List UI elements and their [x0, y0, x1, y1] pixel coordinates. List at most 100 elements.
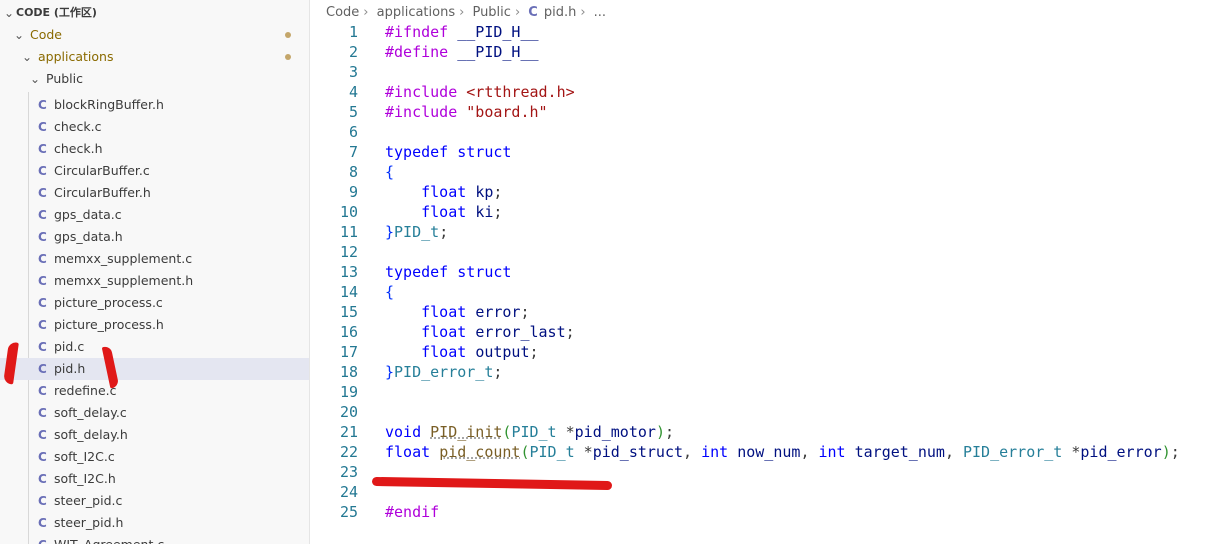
file-name: soft_I2C.c — [54, 449, 115, 464]
code-text: { — [385, 163, 395, 181]
code-text: { — [385, 283, 395, 301]
file-name: CircularBuffer.c — [54, 163, 150, 178]
c-file-icon: C — [38, 186, 47, 200]
code-line[interactable]: 17 float output; — [310, 342, 1229, 362]
code-line[interactable]: 7 typedef struct — [310, 142, 1229, 162]
code-text: typedef struct — [385, 143, 512, 161]
code-line[interactable]: 12 — [310, 242, 1229, 262]
workspace-header[interactable]: ⌄ CODE (工作区) — [0, 2, 309, 24]
chevron-right-icon: › — [363, 5, 369, 20]
file-item[interactable]: Csoft_I2C.h — [0, 468, 309, 490]
folder-label: applications — [38, 49, 114, 64]
code-line[interactable]: 18}PID_error_t; — [310, 362, 1229, 382]
code-text: #ifndef __PID_H__ — [385, 23, 539, 41]
code-line[interactable]: 16 float error_last; — [310, 322, 1229, 342]
code-line[interactable]: 3 — [310, 62, 1229, 82]
code-line[interactable]: 5 #include "board.h" — [310, 102, 1229, 122]
file-item[interactable]: Csteer_pid.c — [0, 490, 309, 512]
code-line[interactable]: 13 typedef struct — [310, 262, 1229, 282]
file-item[interactable]: CblockRingBuffer.h — [0, 94, 309, 116]
code-line[interactable]: 21 void PID_init(PID_t *pid_motor); — [310, 422, 1229, 442]
line-number: 6 — [348, 123, 358, 141]
modified-dot-icon — [285, 54, 291, 60]
file-name: soft_I2C.h — [54, 471, 116, 486]
code-line[interactable]: 9 float kp; — [310, 182, 1229, 202]
line-number: 2 — [348, 43, 358, 61]
code-line[interactable]: 25 #endif — [310, 502, 1229, 522]
code-line[interactable]: 22 float pid_count(PID_t *pid_struct, int… — [310, 442, 1229, 462]
file-item[interactable]: Cpicture_process.h — [0, 314, 309, 336]
c-file-icon: C — [38, 208, 47, 222]
file-item[interactable]: Cpicture_process.c — [0, 292, 309, 314]
code-text: #define __PID_H__ — [385, 43, 539, 61]
line-number: 4 — [348, 83, 358, 101]
code-line[interactable]: 2 #define __PID_H__ — [310, 42, 1229, 62]
code-line[interactable]: 14 { — [310, 282, 1229, 302]
file-name: pid.h — [54, 361, 86, 376]
file-name: steer_pid.c — [54, 493, 123, 508]
file-item[interactable]: C WIT_Agreement.c — [0, 534, 309, 544]
breadcrumb-item[interactable]: applications — [377, 5, 455, 20]
file-name: WIT_Agreement.c — [54, 534, 164, 544]
file-item[interactable]: Csteer_pid.h — [0, 512, 309, 534]
file-item[interactable]: C CircularBuffer.h — [0, 182, 309, 204]
code-line[interactable]: 4 #include <rtthread.h> — [310, 82, 1229, 102]
file-name: blockRingBuffer.h — [54, 97, 164, 112]
folder-applications[interactable]: ⌄ applications — [0, 46, 309, 68]
file-item[interactable]: Ccheck.h — [0, 138, 309, 160]
file-item[interactable]: Csoft_delay.h — [0, 424, 309, 446]
line-number: 13 — [339, 263, 358, 281]
code-line[interactable]: 20 — [310, 402, 1229, 422]
code-text: #include "board.h" — [385, 103, 548, 121]
breadcrumb-item[interactable]: pid.h — [544, 5, 577, 20]
code-line[interactable]: 6 — [310, 122, 1229, 142]
code-line[interactable]: 15 float error; — [310, 302, 1229, 322]
file-item[interactable]: Credefine.c — [0, 380, 309, 402]
line-number: 15 — [339, 303, 358, 321]
c-file-icon: C — [38, 164, 47, 178]
code-editor[interactable]: 1 #ifndef __PID_H__ 2 #define __PID_H__ 3 4 #i… — [310, 22, 1229, 544]
line-number: 25 — [339, 503, 358, 521]
c-file-icon: C — [38, 450, 47, 464]
c-file-icon: C — [38, 296, 47, 310]
folder-code[interactable]: ⌄ Code — [0, 24, 309, 46]
file-item[interactable]: Cmemxx_supplement.c — [0, 248, 309, 270]
file-name: memxx_supplement.c — [54, 251, 193, 266]
file-item[interactable]: Cpid.c — [0, 336, 309, 358]
file-item[interactable]: Ccheck.c — [0, 116, 309, 138]
code-text: }PID_error_t; — [385, 363, 503, 381]
breadcrumb-item[interactable]: Code — [326, 5, 359, 20]
code-line[interactable]: 10 float ki; — [310, 202, 1229, 222]
code-line[interactable]: 1 #ifndef __PID_H__ — [310, 22, 1229, 42]
file-item[interactable]: Cmemxx_supplement.h — [0, 270, 309, 292]
explorer-sidebar: ⌄ CODE (工作区) ⌄ Code ⌄ applications ⌄ Pub… — [0, 0, 310, 544]
file-item[interactable]: Cpid.h — [0, 358, 309, 380]
file-item[interactable]: Csoft_delay.c — [0, 402, 309, 424]
line-number: 23 — [339, 463, 358, 481]
file-item[interactable]: C CircularBuffer.c — [0, 160, 309, 182]
breadcrumb-item[interactable]: Public — [472, 5, 510, 20]
line-number: 20 — [339, 403, 358, 421]
c-file-icon: C — [38, 406, 47, 420]
line-number: 5 — [348, 103, 358, 121]
breadcrumb-item[interactable]: ... — [594, 5, 606, 20]
code-text: float error; — [421, 303, 530, 321]
file-item[interactable]: Csoft_I2C.c — [0, 446, 309, 468]
c-file-icon: C — [38, 120, 47, 134]
code-text: float error_last; — [421, 323, 575, 341]
code-text: float pid_count(PID_t *pid_struct, int n… — [385, 443, 1180, 461]
file-item[interactable]: Cgps_data.h — [0, 226, 309, 248]
code-text: float output; — [421, 343, 539, 361]
c-file-icon: C — [38, 274, 47, 288]
code-line[interactable]: 19 — [310, 382, 1229, 402]
code-line[interactable]: 8{ — [310, 162, 1229, 182]
line-number: 21 — [339, 423, 358, 441]
file-name: CircularBuffer.h — [54, 185, 151, 200]
code-text: #include <rtthread.h> — [385, 83, 575, 101]
folder-label: Code — [30, 27, 63, 42]
chevron-right-icon: › — [580, 5, 586, 20]
file-item[interactable]: Cgps_data.c — [0, 204, 309, 226]
file-name: picture_process.c — [54, 295, 163, 310]
folder-public[interactable]: ⌄ Public — [0, 68, 309, 90]
code-line[interactable]: 11}PID_t; — [310, 222, 1229, 242]
